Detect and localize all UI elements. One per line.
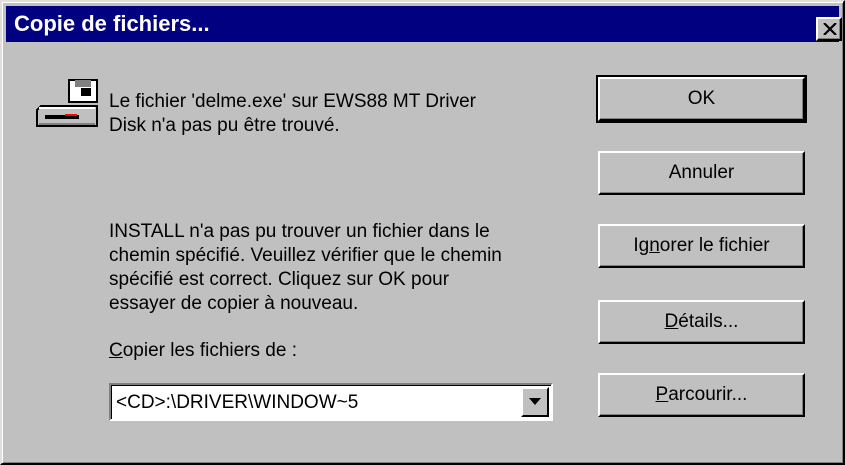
ignore-label-accelerator: n [649,235,660,256]
details-button[interactable]: Détails... [598,300,805,344]
ignore-label-pre: Ig [633,235,650,256]
copy-from-label-accelerator: C [109,340,123,361]
close-icon [823,23,837,35]
copy-files-dialog: Copie de fichiers... Le fichier 'delme.e… [0,0,845,465]
ignore-label-post: orer le fichier [659,235,770,256]
browse-label-post: arcourir... [668,384,748,405]
copy-from-label: Copier les fichiers de : [109,339,297,363]
copy-from-label-text: opier les fichiers de : [122,340,297,361]
copy-from-value: <CD>:\DRIVER\WINDOW~5 [116,392,359,413]
details-label-accelerator: D [664,311,679,332]
details-label-post: étails... [678,311,739,332]
title-bar[interactable]: Copie de fichiers... [6,6,842,42]
chevron-down-icon [529,398,541,405]
instructions-text: INSTALL n'a pas pu trouver un fichier da… [109,221,502,314]
cancel-button[interactable]: Annuler [598,151,805,195]
browse-label-accelerator: P [655,384,669,405]
window-title: Copie de fichiers... [14,11,210,36]
ok-button[interactable]: OK [596,75,807,123]
copy-from-combobox[interactable]: <CD>:\DRIVER\WINDOW~5 [109,383,553,421]
close-button[interactable] [816,17,842,41]
error-message: Le fichier 'delme.exe' sur EWS88 MT Driv… [109,91,476,136]
ignore-file-button[interactable]: Ig n orer le fichier [598,224,805,268]
disk-drive-icon [36,79,98,127]
dropdown-button[interactable] [521,387,549,417]
browse-button[interactable]: Parcourir... [598,373,805,417]
